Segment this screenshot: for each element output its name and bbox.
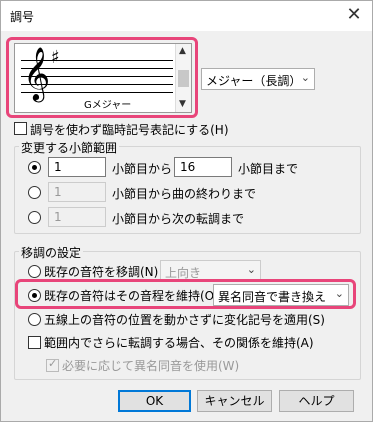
transpose-group-title: 移調の設定 xyxy=(19,244,84,261)
transpose-radio-move[interactable] xyxy=(28,265,41,278)
range-to-next-input[interactable]: 1 xyxy=(48,207,106,227)
maintain-relation-label: 範囲内でさらに転調する場合、その関係を維持(A) xyxy=(44,336,314,350)
range-to-next-value: 1 xyxy=(54,210,62,224)
range-radio-to-end[interactable] xyxy=(28,186,41,199)
no-key-accidentals-checkbox[interactable] xyxy=(14,122,27,135)
help-button[interactable]: ヘルプ xyxy=(279,390,354,412)
close-icon[interactable]: ✕ xyxy=(342,4,366,28)
maintain-relation-checkbox[interactable] xyxy=(28,336,41,349)
enharmonic-label: 必要に応じて異名同音を使用(W) xyxy=(62,359,240,373)
cancel-button[interactable]: キャンセル xyxy=(197,390,272,412)
range-to-end-label: 小節目から曲の終わりまで xyxy=(112,187,257,201)
radio-selected-dot xyxy=(32,165,37,170)
no-key-accidentals-label: 調号を使わず臨時記号表記にする(H) xyxy=(30,123,229,137)
range-to-end-value: 1 xyxy=(54,185,62,199)
highlight-key-preview xyxy=(6,37,198,118)
range-to-input[interactable]: 16 xyxy=(174,157,232,177)
key-signature-dialog: 調号 ✕ 𝄞 ♯ Gメジャー ▲ ▼ メジャー（長調） ⌄ 調号を使わず臨時記号… xyxy=(0,0,373,422)
transpose-radio-accidentals[interactable] xyxy=(28,313,41,326)
highlight-keep-option xyxy=(15,279,356,309)
range-to-value: 16 xyxy=(180,160,196,174)
range-radio-from-to[interactable] xyxy=(28,161,41,174)
transpose-move-label: 既存の音符を移調(N) xyxy=(44,265,159,279)
range-from-input[interactable]: 1 xyxy=(48,157,106,177)
chevron-down-icon: ⌄ xyxy=(246,263,256,276)
chevron-down-icon: ⌄ xyxy=(300,71,310,84)
transpose-accidentals-label: 五線上の音符の位置を動かさずに変化記号を適用(S) xyxy=(44,313,325,327)
range-radio-to-next[interactable] xyxy=(28,211,41,224)
checkmark-icon: ✓ xyxy=(48,357,58,370)
mode-select-value: メジャー（長調） xyxy=(206,74,302,88)
range-to-end-input[interactable]: 1 xyxy=(48,182,106,202)
title-bar: 調号 ✕ xyxy=(1,1,372,31)
range-from-label: 小節目から xyxy=(112,162,173,176)
range-from-value: 1 xyxy=(54,160,62,174)
enharmonic-checkbox[interactable]: ✓ xyxy=(46,357,59,372)
range-to-label: 小節目まで xyxy=(238,162,299,176)
dialog-title: 調号 xyxy=(10,10,35,24)
ok-button[interactable]: OK xyxy=(118,390,191,412)
range-to-next-label: 小節目から次の転調まで xyxy=(112,212,245,226)
range-group-title: 変更する小節範囲 xyxy=(19,139,120,156)
mode-select[interactable]: メジャー（長調） ⌄ xyxy=(201,68,315,90)
